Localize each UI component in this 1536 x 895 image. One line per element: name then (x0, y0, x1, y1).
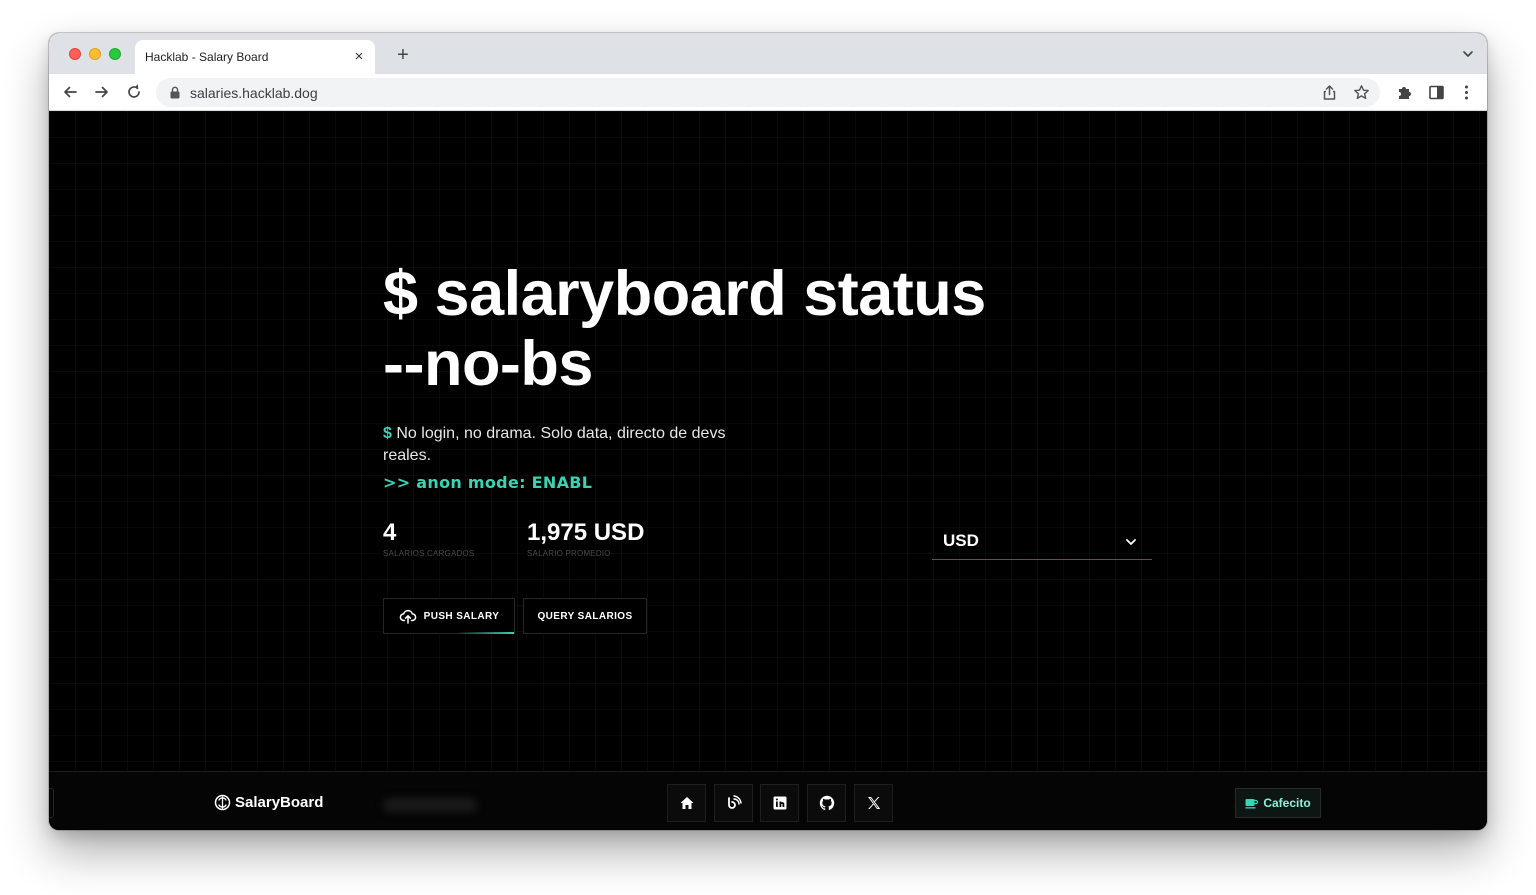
stat-avg-value: 1,975 USD (527, 519, 645, 546)
query-salaries-label: QUERY SALARIOS (537, 610, 633, 622)
reload-icon[interactable] (125, 83, 143, 101)
tab-strip: Hacklab - Salary Board × + (49, 33, 1487, 74)
hero-title-line-2: --no-bs (383, 329, 593, 399)
cafecito-button[interactable]: Cafecito (1235, 788, 1321, 818)
github-icon[interactable] (807, 784, 846, 822)
push-salary-button[interactable]: PUSH SALARY (383, 598, 515, 634)
footer-brand-name: SalaryBoard (235, 794, 324, 811)
push-salary-label: PUSH SALARY (423, 610, 500, 622)
stat-avg-label: SALARIO PROMEDIO (527, 549, 611, 558)
share-icon[interactable] (1321, 84, 1338, 101)
query-salaries-button[interactable]: QUERY SALARIOS (523, 598, 647, 634)
currency-selected-value: USD (943, 531, 979, 550)
maximize-window-button[interactable] (109, 48, 121, 60)
side-panel-icon[interactable] (1428, 84, 1445, 101)
footer-brand[interactable]: SalaryBoard (214, 794, 323, 811)
footer: SalaryBoard Cafecito (49, 771, 1487, 830)
tab-close-icon[interactable]: × (351, 49, 367, 65)
blurred-placeholder (383, 798, 477, 812)
browser-window: Hacklab - Salary Board × + salaries.hack… (49, 33, 1487, 830)
browser-toolbar: salaries.hacklab.dog (49, 74, 1487, 111)
close-window-button[interactable] (69, 48, 81, 60)
cafecito-label: Cafecito (1263, 796, 1311, 810)
anon-mode-status: >> anon mode: ENABL (383, 473, 593, 492)
stat-count-value: 4 (383, 519, 397, 546)
tagline-prompt: $ (383, 425, 392, 442)
tagline-text: No login, no drama. Solo data, directo d… (383, 425, 726, 464)
lock-icon (170, 86, 180, 99)
currency-select[interactable]: USD (932, 522, 1152, 560)
cloud-upload-icon (399, 609, 416, 624)
tagline: $ No login, no drama. Solo data, directo… (383, 423, 753, 467)
linkedin-icon[interactable] (760, 784, 799, 822)
home-icon[interactable] (667, 784, 706, 822)
address-bar[interactable]: salaries.hacklab.dog (156, 78, 1380, 107)
hero-title: $ salaryboard status --no-bs (383, 259, 1083, 399)
minimize-window-button[interactable] (89, 48, 101, 60)
x-icon[interactable] (854, 784, 893, 822)
stat-count-label: SALARIOS CARGADOS (383, 549, 475, 558)
url-text: salaries.hacklab.dog (190, 85, 318, 101)
footer-edge-tab[interactable] (49, 788, 54, 818)
bookmark-star-icon[interactable] (1353, 84, 1370, 101)
hero-title-line-1: $ salaryboard status (383, 259, 986, 329)
back-icon[interactable] (61, 83, 79, 101)
coffee-cup-icon (1245, 798, 1259, 808)
tab-title: Hacklab - Salary Board (145, 50, 269, 64)
stat-salary-count: 4 SALARIOS CARGADOS (383, 519, 474, 558)
blog-icon[interactable] (714, 784, 753, 822)
chevron-down-icon (1126, 539, 1136, 545)
active-tab[interactable]: Hacklab - Salary Board × (135, 40, 375, 74)
salaryboard-logo-icon (214, 794, 231, 811)
chevron-down-icon[interactable] (1461, 47, 1475, 61)
page-content: $ salaryboard status --no-bs $ No login,… (49, 111, 1487, 830)
stat-average-salary: 1,975 USD SALARIO PROMEDIO (527, 519, 644, 558)
more-options-icon[interactable] (1458, 84, 1475, 101)
forward-icon[interactable] (93, 83, 111, 101)
new-tab-icon[interactable]: + (393, 45, 413, 65)
extensions-icon[interactable] (1396, 84, 1413, 101)
